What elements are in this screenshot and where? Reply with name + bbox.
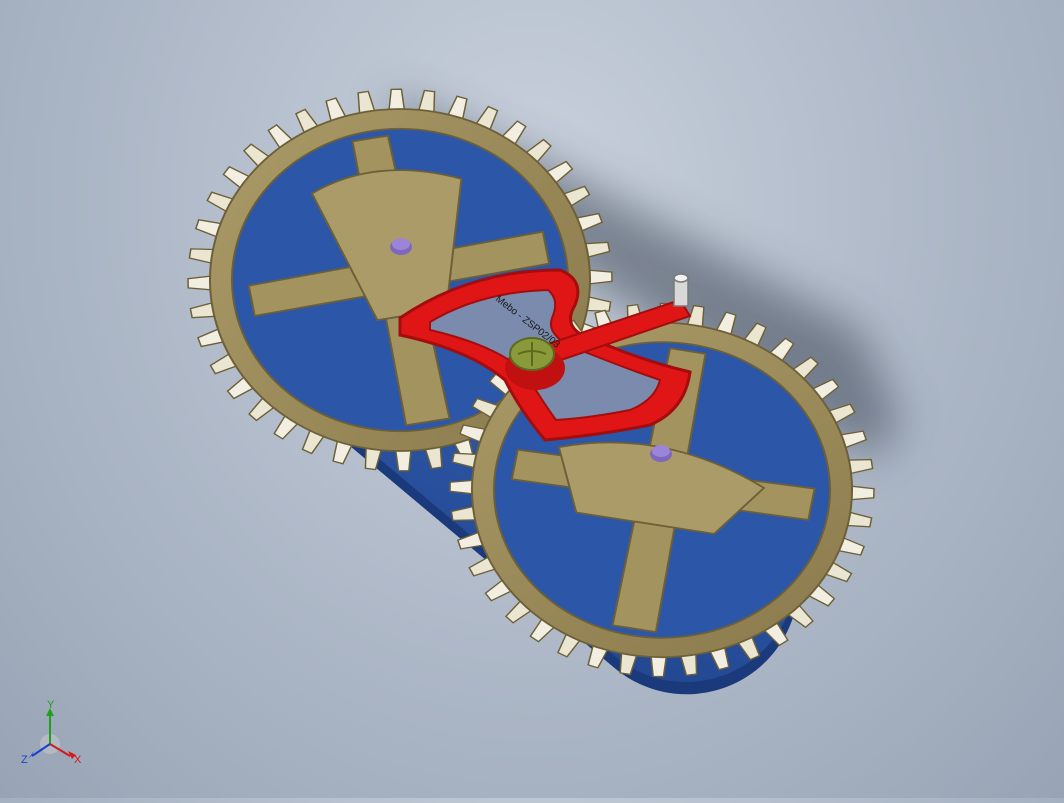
fork-post[interactable] xyxy=(673,273,689,307)
3d-viewport[interactable]: Mebo - ZSP02/03 Y X Z xyxy=(0,0,1064,798)
y-axis-label: Y xyxy=(47,700,55,711)
x-axis-label: X xyxy=(74,754,82,766)
coordinate-triad: Y X Z xyxy=(21,700,82,766)
z-axis-label: Z xyxy=(21,754,28,766)
model-scene[interactable]: Mebo - ZSP02/03 xyxy=(0,0,1064,798)
